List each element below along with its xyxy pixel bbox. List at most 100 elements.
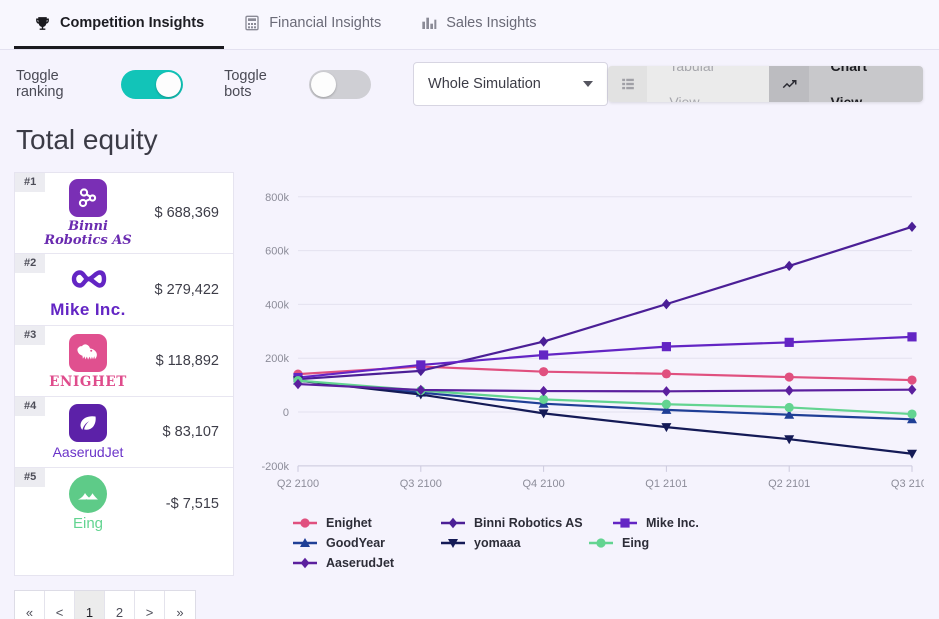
legend-label: yomaaa bbox=[474, 536, 521, 550]
legend-label: Enighet bbox=[326, 516, 372, 530]
calculator-icon bbox=[244, 15, 260, 31]
legend-label: AaserudJet bbox=[326, 556, 395, 570]
controls-toolbar: Toggle ranking Toggle bots Whole Simulat… bbox=[0, 50, 939, 118]
brand-name: AaserudJet bbox=[52, 444, 124, 461]
legend-marker bbox=[589, 538, 613, 548]
legend-marker bbox=[293, 538, 317, 547]
y-axis-tick-label: 600k bbox=[265, 246, 289, 258]
brand-name: ENIGHET bbox=[49, 373, 127, 390]
chart-series bbox=[293, 221, 917, 385]
leaf-icon bbox=[69, 404, 107, 443]
equity-amount: $ 688,369 bbox=[154, 205, 219, 222]
chart-legend: Enighet Binni Robotics AS Mike Inc. GoodYea… bbox=[252, 516, 872, 576]
bar-chart-icon bbox=[421, 15, 437, 31]
tab-label: Financial Insights bbox=[269, 15, 382, 31]
data-point bbox=[784, 372, 794, 382]
data-point bbox=[448, 517, 458, 529]
data-point bbox=[661, 369, 671, 379]
x-axis-tick-label: Q1 2101 bbox=[645, 478, 687, 490]
pagination-button-prev[interactable]: < bbox=[45, 591, 75, 619]
trophy-icon bbox=[34, 15, 51, 32]
chevron-down-icon bbox=[583, 81, 594, 87]
bull-icon bbox=[69, 333, 107, 372]
tab-sales-insights[interactable]: Sales Insights bbox=[401, 0, 556, 49]
toggle-ranking-label: Toggle ranking bbox=[16, 68, 64, 100]
data-point bbox=[300, 518, 310, 528]
rank-badge: #3 bbox=[15, 326, 46, 346]
pagination: «<1 2 >» bbox=[14, 590, 196, 619]
pagination-button-2[interactable]: 2 bbox=[105, 591, 135, 619]
legend-item-enighet[interactable]: Enighet bbox=[292, 516, 440, 530]
chart-view-button[interactable]: Chart View bbox=[769, 66, 923, 102]
x-axis-tick-label: Q2 2100 bbox=[277, 478, 319, 490]
data-point bbox=[596, 538, 606, 548]
list-item[interactable]: #4 AaserudJet $ 83,107 bbox=[15, 397, 233, 469]
legend-item-eing[interactable]: Eing bbox=[588, 536, 736, 550]
toggle-knob bbox=[311, 71, 337, 97]
data-point bbox=[784, 260, 794, 272]
tab-competition-insights[interactable]: Competition Insights bbox=[14, 0, 225, 49]
x-axis-tick-label: Q4 2100 bbox=[522, 478, 564, 490]
tab-financial-insights[interactable]: Financial Insights bbox=[224, 0, 401, 49]
rank-badge: #4 bbox=[15, 397, 46, 417]
y-axis-tick-label: 0 bbox=[283, 407, 289, 419]
data-point bbox=[539, 336, 548, 347]
pagination-button-next[interactable]: > bbox=[135, 591, 165, 619]
pagination-button-first[interactable]: « bbox=[15, 591, 45, 619]
legend-marker bbox=[293, 518, 317, 528]
data-point bbox=[907, 375, 917, 385]
data-point bbox=[662, 386, 671, 397]
data-point bbox=[784, 402, 794, 413]
tabular-view-button[interactable]: Tabular View bbox=[608, 66, 770, 102]
list-item[interactable]: #2 Mike Inc. $ 279,422 bbox=[15, 254, 233, 327]
toggle-bots-label: Toggle bots bbox=[224, 68, 267, 100]
equity-amount: $ 279,422 bbox=[154, 281, 219, 298]
data-point bbox=[907, 384, 917, 395]
toggle-bots-switch[interactable] bbox=[309, 69, 372, 99]
x-axis-tick-label: Q3 2100 bbox=[400, 478, 442, 490]
list-item[interactable]: #5 Eing -$ 7,515 bbox=[15, 468, 233, 539]
tabular-view-label: Tabular View bbox=[669, 66, 716, 102]
pagination-button-last[interactable]: » bbox=[165, 591, 195, 619]
data-point bbox=[620, 518, 630, 528]
data-point bbox=[662, 298, 671, 310]
legend-item-goodyear[interactable]: GoodYear bbox=[292, 536, 440, 550]
legend-item-mike-inc[interactable]: Mike Inc. bbox=[612, 516, 760, 530]
rank-badge: #5 bbox=[15, 468, 46, 488]
data-point bbox=[539, 350, 549, 360]
page-title: Total equity bbox=[16, 124, 158, 155]
legend-label: GoodYear bbox=[326, 536, 386, 550]
legend-marker bbox=[613, 518, 637, 528]
legend-item-aaserudjet[interactable]: AaserudJet bbox=[292, 556, 440, 570]
y-axis-tick-label: 200k bbox=[265, 353, 289, 365]
data-point bbox=[907, 409, 917, 419]
tab-label: Sales Insights bbox=[446, 15, 537, 31]
legend-item-binni-robotics-as[interactable]: Binni Robotics AS bbox=[440, 516, 612, 530]
y-axis-tick-label: 800k bbox=[265, 192, 289, 204]
toggle-ranking-switch[interactable] bbox=[120, 69, 183, 99]
legend-label: Mike Inc. bbox=[646, 516, 699, 530]
legend-item-yomaaa[interactable]: yomaaa bbox=[440, 536, 588, 550]
list-icon bbox=[608, 66, 648, 102]
x-axis-tick-label: Q2 2101 bbox=[768, 478, 810, 490]
toggle-knob bbox=[155, 71, 181, 97]
period-select[interactable]: Whole Simulation bbox=[413, 62, 609, 106]
legend-label: Binni Robotics AS bbox=[474, 516, 583, 530]
list-item[interactable]: #3 ENIGHET $ 118,892 bbox=[15, 326, 233, 398]
nodes-icon bbox=[69, 179, 107, 217]
list-item[interactable]: #1 Binni Robotics AS $ 688,369 bbox=[15, 173, 233, 255]
data-point bbox=[907, 332, 917, 342]
y-axis-tick-label: -200k bbox=[261, 461, 289, 473]
view-toggle-group: Tabular View Chart View bbox=[608, 66, 923, 102]
data-point bbox=[416, 360, 426, 370]
x-axis-tick-label: Q3 2101 bbox=[891, 478, 924, 490]
ranking-list: #1 Binni Robotics AS $ 688,369 #2 Mike I… bbox=[14, 172, 234, 576]
data-point bbox=[539, 367, 549, 377]
data-point bbox=[300, 557, 310, 569]
chart-canvas: 800k 600k 400k 200k 0 -200k Q2 2100 Q3 2100 Q4 2… bbox=[261, 192, 924, 490]
chart-series bbox=[293, 375, 917, 424]
brand-name: Binni Robotics AS bbox=[44, 219, 132, 248]
legend-marker bbox=[441, 517, 465, 529]
data-point bbox=[661, 399, 671, 409]
pagination-button-1[interactable]: 1 bbox=[75, 591, 105, 619]
